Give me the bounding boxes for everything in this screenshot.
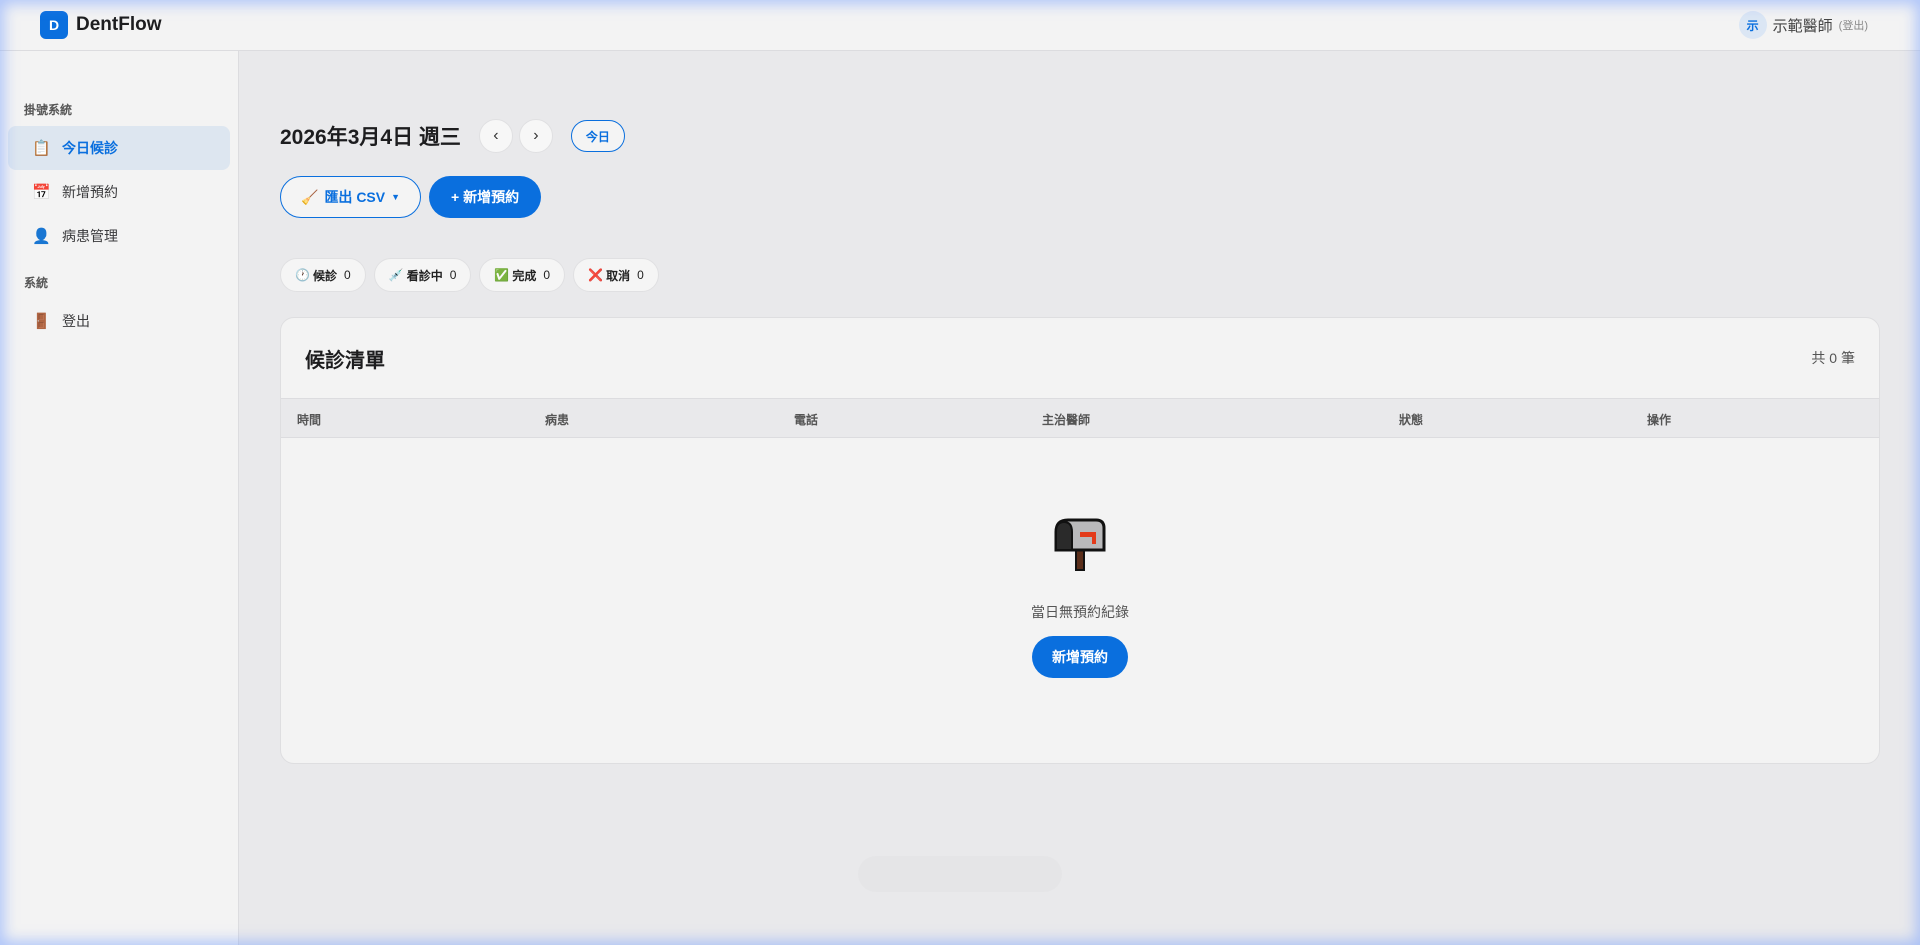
- app-logo-icon: D: [40, 11, 68, 39]
- status-summary: 🕐 候診 0 💉 看診中 0 ✅ 完成 0 ❌ 取消 0: [280, 258, 659, 292]
- sidebar-item-label: 新增預約: [62, 184, 118, 200]
- record-count: 共 0 筆: [1811, 350, 1855, 366]
- column-header-patient[interactable]: 病患: [545, 399, 569, 439]
- column-header-phone[interactable]: 電話: [794, 399, 818, 439]
- add-appointment-button[interactable]: + 新增預約: [429, 176, 542, 218]
- user-menu[interactable]: 示 示範醫師 (登出): [1738, 11, 1868, 39]
- logout-link[interactable]: (登出): [1839, 17, 1868, 33]
- status-label: 取消: [606, 268, 631, 283]
- sidebar-item-label: 病患管理: [62, 228, 118, 244]
- empty-add-appointment-button[interactable]: 新增預約: [1032, 636, 1128, 678]
- clock-icon: 🕐: [295, 268, 310, 282]
- empty-message: 當日無預約紀錄: [1031, 604, 1129, 620]
- table-header: 時間 病患 電話 主治醫師 狀態 操作: [281, 398, 1879, 438]
- status-label: 完成: [512, 268, 537, 283]
- status-badge-waiting[interactable]: 🕐 候診 0: [280, 258, 366, 292]
- caret-down-icon: ▼: [391, 192, 401, 202]
- avatar: 示: [1738, 11, 1767, 39]
- column-header-doctor[interactable]: 主治醫師: [1042, 399, 1090, 439]
- column-header-time[interactable]: 時間: [297, 399, 321, 439]
- mailbox-icon: [1054, 518, 1106, 571]
- sidebar-section-registration: 掛號系統: [24, 103, 73, 117]
- date-navigation: 2026年3月4日 週三 ‹ › 今日: [280, 119, 625, 153]
- status-badge-done[interactable]: ✅ 完成 0: [479, 258, 566, 292]
- person-icon: 👤: [32, 228, 51, 245]
- sidebar-item-logout[interactable]: 🚪 登出: [8, 299, 230, 343]
- app-name: DentFlow: [76, 14, 162, 35]
- calendar-icon: 📅: [32, 184, 51, 201]
- sidebar-item-label: 今日候診: [62, 140, 118, 156]
- action-bar: 🧹 匯出 CSV ▼ + 新增預約: [280, 176, 542, 218]
- user-name: 示範醫師: [1772, 17, 1833, 35]
- door-icon: 🚪: [32, 313, 51, 330]
- sidebar: 掛號系統 📋 今日候診 📅 新增預約 👤 病患管理 系統 🚪 登出: [0, 51, 239, 945]
- column-header-status[interactable]: 狀態: [1399, 399, 1423, 439]
- column-header-actions[interactable]: 操作: [1647, 399, 1671, 439]
- status-badge-cancelled[interactable]: ❌ 取消 0: [573, 258, 659, 292]
- brand[interactable]: D DentFlow: [40, 11, 162, 39]
- prev-day-button[interactable]: ‹: [478, 119, 513, 153]
- waiting-list-card: 候診清單 共 0 筆 時間 病患 電話 主治醫師 狀態 操作 當日無預約紀錄 新…: [280, 317, 1880, 764]
- status-count: 0: [543, 268, 551, 282]
- check-icon: ✅: [494, 268, 510, 282]
- top-bar: D DentFlow 示 示範醫師 (登出): [0, 0, 1920, 51]
- status-count: 0: [449, 268, 457, 282]
- syringe-icon: 💉: [388, 268, 404, 282]
- toast-placeholder: [858, 856, 1062, 892]
- export-label: 匯出 CSV: [324, 189, 386, 205]
- next-day-button[interactable]: ›: [518, 119, 553, 153]
- export-csv-button[interactable]: 🧹 匯出 CSV ▼: [280, 176, 422, 218]
- status-label: 候診: [313, 268, 338, 283]
- card-title: 候診清單: [305, 349, 385, 372]
- status-label: 看診中: [406, 268, 443, 283]
- clipboard-icon: 📋: [32, 140, 51, 157]
- sidebar-item-label: 登出: [62, 313, 90, 329]
- status-badge-in-progress[interactable]: 💉 看診中 0: [373, 258, 472, 292]
- empty-state: 當日無預約紀錄 新增預約: [281, 518, 1879, 678]
- card-header: 候診清單 共 0 筆: [281, 318, 1879, 398]
- sidebar-section-system: 系統: [24, 276, 49, 290]
- status-count: 0: [344, 268, 351, 282]
- sidebar-item-new-appointment[interactable]: 📅 新增預約: [8, 170, 230, 214]
- status-count: 0: [637, 268, 644, 282]
- broom-icon: 🧹: [301, 188, 319, 205]
- cross-icon: ❌: [588, 268, 604, 282]
- page-title: 2026年3月4日 週三: [280, 126, 461, 149]
- today-button[interactable]: 今日: [570, 120, 625, 152]
- sidebar-item-patients[interactable]: 👤 病患管理: [8, 214, 230, 258]
- sidebar-item-today[interactable]: 📋 今日候診: [8, 126, 230, 170]
